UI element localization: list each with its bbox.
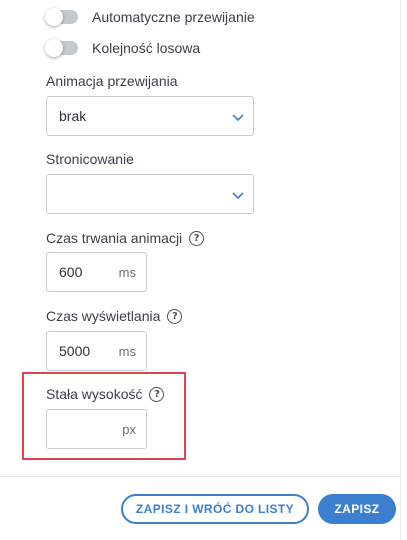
animation-label: Animacja przewijania <box>46 73 178 89</box>
autoscroll-toggle-row[interactable]: Automatyczne przewijanie <box>45 7 255 27</box>
toggle-knob <box>45 39 63 57</box>
random-order-toggle-row[interactable]: Kolejność losowa <box>45 38 201 58</box>
chevron-down-icon <box>232 192 244 200</box>
fixed-height-label-text: Stała wysokość <box>46 386 143 402</box>
fixed-height-unit: px <box>122 422 136 437</box>
save-button[interactable]: ZAPISZ <box>318 494 396 524</box>
animation-duration-input[interactable]: 600 ms <box>46 252 147 292</box>
animation-select-value: brak <box>59 108 87 124</box>
save-and-back-button[interactable]: ZAPISZ I WRÓĆ DO LISTY <box>121 494 309 524</box>
pagination-label: Stronicowanie <box>46 151 134 167</box>
animation-duration-label-text: Czas trwania animacji <box>46 230 183 246</box>
footer-divider <box>0 476 400 477</box>
display-time-label-text: Czas wyświetlania <box>46 308 161 324</box>
random-order-label: Kolejność losowa <box>92 40 201 56</box>
help-icon[interactable]: ? <box>189 230 205 246</box>
help-icon[interactable]: ? <box>149 386 165 402</box>
display-time-unit: ms <box>118 344 136 359</box>
fixed-height-input[interactable]: px <box>46 409 147 449</box>
pagination-label-text: Stronicowanie <box>46 151 134 167</box>
chevron-down-icon <box>232 114 244 122</box>
autoscroll-toggle[interactable] <box>45 8 78 26</box>
animation-select[interactable]: brak <box>46 96 254 136</box>
random-order-toggle[interactable] <box>45 39 78 57</box>
help-icon[interactable]: ? <box>167 308 183 324</box>
pagination-select[interactable] <box>46 174 254 214</box>
toggle-knob <box>45 8 63 26</box>
display-time-label: Czas wyświetlania ? <box>46 308 183 324</box>
autoscroll-label: Automatyczne przewijanie <box>92 9 255 25</box>
animation-label-text: Animacja przewijania <box>46 73 178 89</box>
animation-duration-label: Czas trwania animacji ? <box>46 230 205 246</box>
animation-duration-value: 600 <box>59 264 83 280</box>
fixed-height-label: Stała wysokość ? <box>46 386 165 402</box>
display-time-input[interactable]: 5000 ms <box>46 331 147 371</box>
settings-panel: Automatyczne przewijanie Kolejność losow… <box>0 0 400 540</box>
animation-duration-unit: ms <box>118 265 136 280</box>
panel-edge <box>400 0 401 540</box>
display-time-value: 5000 <box>59 343 91 359</box>
